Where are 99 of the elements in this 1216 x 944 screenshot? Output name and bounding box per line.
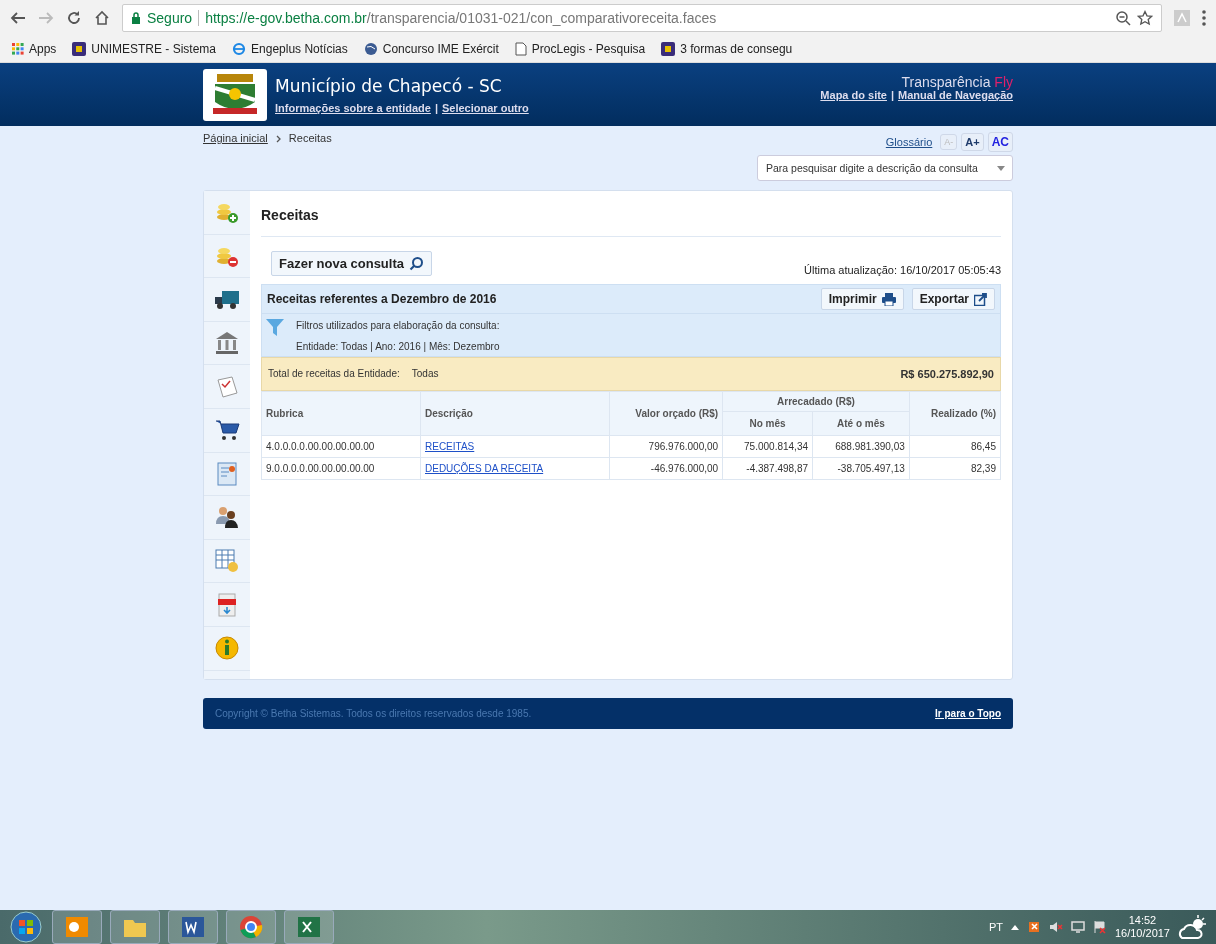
- funnel-icon: [266, 318, 284, 338]
- caret-icon[interactable]: [997, 166, 1005, 171]
- font-size-button[interactable]: AC: [987, 132, 1013, 152]
- new-query-button[interactable]: Fazer nova consulta: [271, 251, 432, 276]
- select-other-link[interactable]: Selecionar outro: [441, 101, 529, 114]
- secure-label: Seguro: [147, 10, 193, 26]
- total-label: Total de receitas da Entidade:: [268, 368, 400, 380]
- table-cell: -46.976.000,00: [609, 457, 723, 480]
- filters-text: Entidade: Todas | Ano: 2016 | Mês: Dezembro: [296, 341, 500, 352]
- home-icon[interactable]: [94, 10, 110, 26]
- filters-heading: Filtros utilizados para elaboração da consulta:: [296, 320, 500, 331]
- site-icon: [661, 42, 676, 56]
- entity-info-link[interactable]: Informações sobre a entidade: [275, 101, 431, 114]
- column-header: Descrição: [420, 391, 610, 436]
- description-link[interactable]: RECEITAS: [425, 441, 475, 452]
- breadcrumb-link[interactable]: Página inicial: [203, 132, 268, 144]
- document-icon: [214, 373, 240, 400]
- chevron-icon: [275, 135, 281, 143]
- bookmark[interactable]: Apps: [12, 42, 57, 56]
- column-header: Rubrica: [261, 391, 421, 436]
- star-icon[interactable]: [1137, 10, 1153, 26]
- print-button[interactable]: Imprimir: [820, 288, 904, 310]
- weather-cloud-icon[interactable]: [1178, 914, 1208, 940]
- column-header: No mês: [722, 411, 813, 436]
- total-value: R$ 650.275.892,90: [900, 368, 994, 380]
- menu-icon[interactable]: [1202, 10, 1206, 26]
- table-cell: 82,39: [909, 457, 1001, 480]
- table-cell: -4.387.498,87: [722, 457, 813, 480]
- network-error-icon[interactable]: [1026, 920, 1041, 934]
- link-separator: |: [434, 101, 438, 114]
- clock-time: 14:52: [1128, 913, 1157, 927]
- clock-date: 16/10/2017: [1114, 927, 1170, 941]
- taskbar-app[interactable]: [226, 910, 276, 944]
- bank-icon: [214, 330, 240, 357]
- zoom-icon[interactable]: [1115, 10, 1131, 26]
- monitor-icon[interactable]: [1070, 920, 1085, 934]
- search-field[interactable]: Para pesquisar digite a descrição da consulta: [757, 155, 1013, 181]
- bookmark[interactable]: 3 formas de consegu: [661, 42, 793, 56]
- municipality-title: Município de Chapecó - SC: [275, 75, 503, 96]
- last-update-text: Última atualização: 16/10/2017 05:05:43: [804, 264, 1001, 276]
- table-cell: 9.0.0.0.0.00.00.00.00.00: [261, 457, 421, 480]
- bookmark[interactable]: Engeplus Notícias: [232, 42, 348, 56]
- reload-icon[interactable]: [66, 10, 82, 26]
- export-icon: [974, 292, 987, 306]
- bookmark[interactable]: UNIMESTRE - Sistema: [72, 42, 217, 56]
- taskbar-app[interactable]: [168, 910, 218, 944]
- language-indicator[interactable]: PT: [988, 921, 1003, 933]
- spreadsheet-icon: [214, 548, 240, 575]
- manual-link[interactable]: Manual de Navegação: [898, 89, 1013, 101]
- printer-icon: [881, 292, 896, 306]
- table-cell: 86,45: [909, 435, 1001, 458]
- bookmark[interactable]: Concurso IME Exércit: [363, 42, 499, 56]
- taskbar-app[interactable]: [284, 910, 334, 944]
- copyright-text: Copyright © Betha Sistemas. Todos os direitos reservados desde 1985.: [215, 708, 532, 719]
- excel-icon: [296, 914, 322, 940]
- column-header: Realizado (%): [909, 391, 1001, 436]
- url-text: https://e-gov.betha.com.br/transparencia/01031-021/con_comparativoreceita.faces: [205, 10, 717, 26]
- column-group-header: Arrecadado (R$): [722, 391, 910, 412]
- back-to-top-link[interactable]: Ir para o Topo: [935, 708, 1001, 719]
- apps-grid-icon: [12, 43, 24, 55]
- total-entity: Todas: [411, 368, 439, 380]
- export-button[interactable]: Exportar: [911, 288, 995, 310]
- font-size-button[interactable]: A+: [961, 133, 984, 151]
- column-header: Até o mês: [812, 411, 910, 436]
- speaker-muted-icon[interactable]: [1048, 920, 1063, 934]
- info-icon: [214, 635, 240, 662]
- outlook-icon: [64, 914, 90, 940]
- table-cell: 75.000.814,34: [722, 435, 813, 458]
- people-icon: [214, 504, 240, 531]
- column-header: Valor orçado (R$): [609, 391, 723, 436]
- certificate-icon: [214, 460, 240, 487]
- browser-e-icon: [232, 42, 247, 56]
- breadcrumb-current: Receitas: [288, 132, 332, 144]
- back-icon[interactable]: [10, 10, 26, 26]
- page-icon: [514, 42, 527, 56]
- table-cell: 796.976.000,00: [609, 435, 723, 458]
- taskbar-app[interactable]: [52, 910, 102, 944]
- sitemap-link[interactable]: Mapa do site: [820, 89, 887, 101]
- word-icon: [180, 914, 206, 940]
- table-cell: 688.981.390,03: [812, 435, 910, 458]
- search-icon: [409, 256, 424, 271]
- site-icon: [72, 42, 87, 56]
- tray-expand-icon[interactable]: [1010, 924, 1019, 930]
- flag-icon[interactable]: [1092, 920, 1107, 934]
- table-cell: 4.0.0.0.0.00.00.00.00.00: [261, 435, 421, 458]
- table-cell: -38.705.497,13: [812, 457, 910, 480]
- brand-title: Transparência Fly: [901, 75, 1013, 89]
- link-separator: |: [891, 89, 895, 101]
- address-bar[interactable]: Seguro https://e-gov.betha.com.br/transparencia/01031-021/con_comparativoreceita.faces: [122, 4, 1162, 32]
- coat-of-arms-icon: [203, 68, 267, 121]
- clock[interactable]: 14:52 16/10/2017: [1114, 913, 1170, 941]
- bookmark[interactable]: ProcLegis - Pesquisa: [514, 42, 646, 56]
- lock-icon: [131, 12, 141, 24]
- page-title: Receitas: [261, 191, 1001, 237]
- glossary-link[interactable]: Glossário: [885, 136, 933, 148]
- report-title: Receitas referentes a Dezembro de 2016: [267, 292, 498, 306]
- chrome-icon: [238, 914, 264, 940]
- globe-icon: [363, 42, 378, 56]
- start-button[interactable]: [8, 911, 44, 943]
